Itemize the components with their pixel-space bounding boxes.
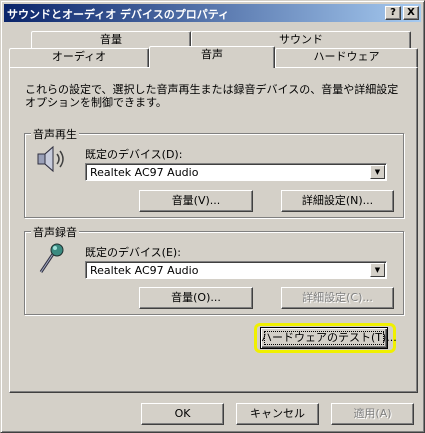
recording-volume-button[interactable]: 音量(O)... <box>139 287 253 309</box>
microphone-icon <box>39 243 64 273</box>
focus-rect <box>264 331 384 345</box>
window-title: サウンドとオーディオ デバイスのプロパティ <box>7 8 230 21</box>
recording-advanced-button[interactable]: 詳細設定(C)... <box>281 287 394 309</box>
tab-hardware[interactable]: ハードウェア <box>275 48 418 67</box>
chevron-down-icon[interactable]: ▼ <box>370 263 385 277</box>
recording-device-label: 既定のデバイス(E): <box>85 246 181 259</box>
voice-recording-group: 音声録音 既定のデバイス(E): Realtek AC97 Audio ▼ 音量… <box>24 224 404 315</box>
playback-device-value: Realtek AC97 Audio <box>90 166 199 179</box>
chevron-down-icon[interactable]: ▼ <box>370 165 385 179</box>
voice-playback-group: 音声再生 既定のデバイス(D): Realtek AC97 Audio ▼ 音量… <box>24 126 404 218</box>
cancel-button[interactable]: キャンセル <box>236 403 319 425</box>
ok-button[interactable]: OK <box>141 403 224 425</box>
title-bar[interactable]: サウンドとオーディオ デバイスのプロパティ ? X <box>4 4 421 22</box>
close-button[interactable]: X <box>403 6 419 20</box>
playback-device-label: 既定のデバイス(D): <box>85 148 183 161</box>
speaker-icon <box>37 145 64 173</box>
help-button[interactable]: ? <box>385 6 401 20</box>
recording-device-select[interactable]: Realtek AC97 Audio ▼ <box>85 261 387 279</box>
tab-voice[interactable]: 音声 <box>149 46 275 68</box>
voice-playback-label: 音声再生 <box>31 126 79 142</box>
playback-volume-button[interactable]: 音量(V)... <box>139 190 253 212</box>
apply-button[interactable]: 適用(A) <box>331 403 414 425</box>
playback-device-select[interactable]: Realtek AC97 Audio ▼ <box>85 163 387 181</box>
description-text: これらの設定で、選択した音声再生または録音デバイスの、音量や詳細設定オプションを… <box>25 83 399 109</box>
playback-advanced-button[interactable]: 詳細設定(N)... <box>281 190 394 212</box>
tab-audio[interactable]: オーディオ <box>9 48 149 67</box>
properties-dialog: サウンドとオーディオ デバイスのプロパティ ? X 音量 サウンド オーディオ … <box>0 0 425 433</box>
recording-device-value: Realtek AC97 Audio <box>90 264 199 277</box>
test-hardware-button[interactable]: ハードウェアのテスト(T)... <box>260 327 397 349</box>
voice-recording-label: 音声録音 <box>31 224 79 240</box>
voice-tab-panel: これらの設定で、選択した音声再生または録音デバイスの、音量や詳細設定オプションを… <box>9 67 418 393</box>
